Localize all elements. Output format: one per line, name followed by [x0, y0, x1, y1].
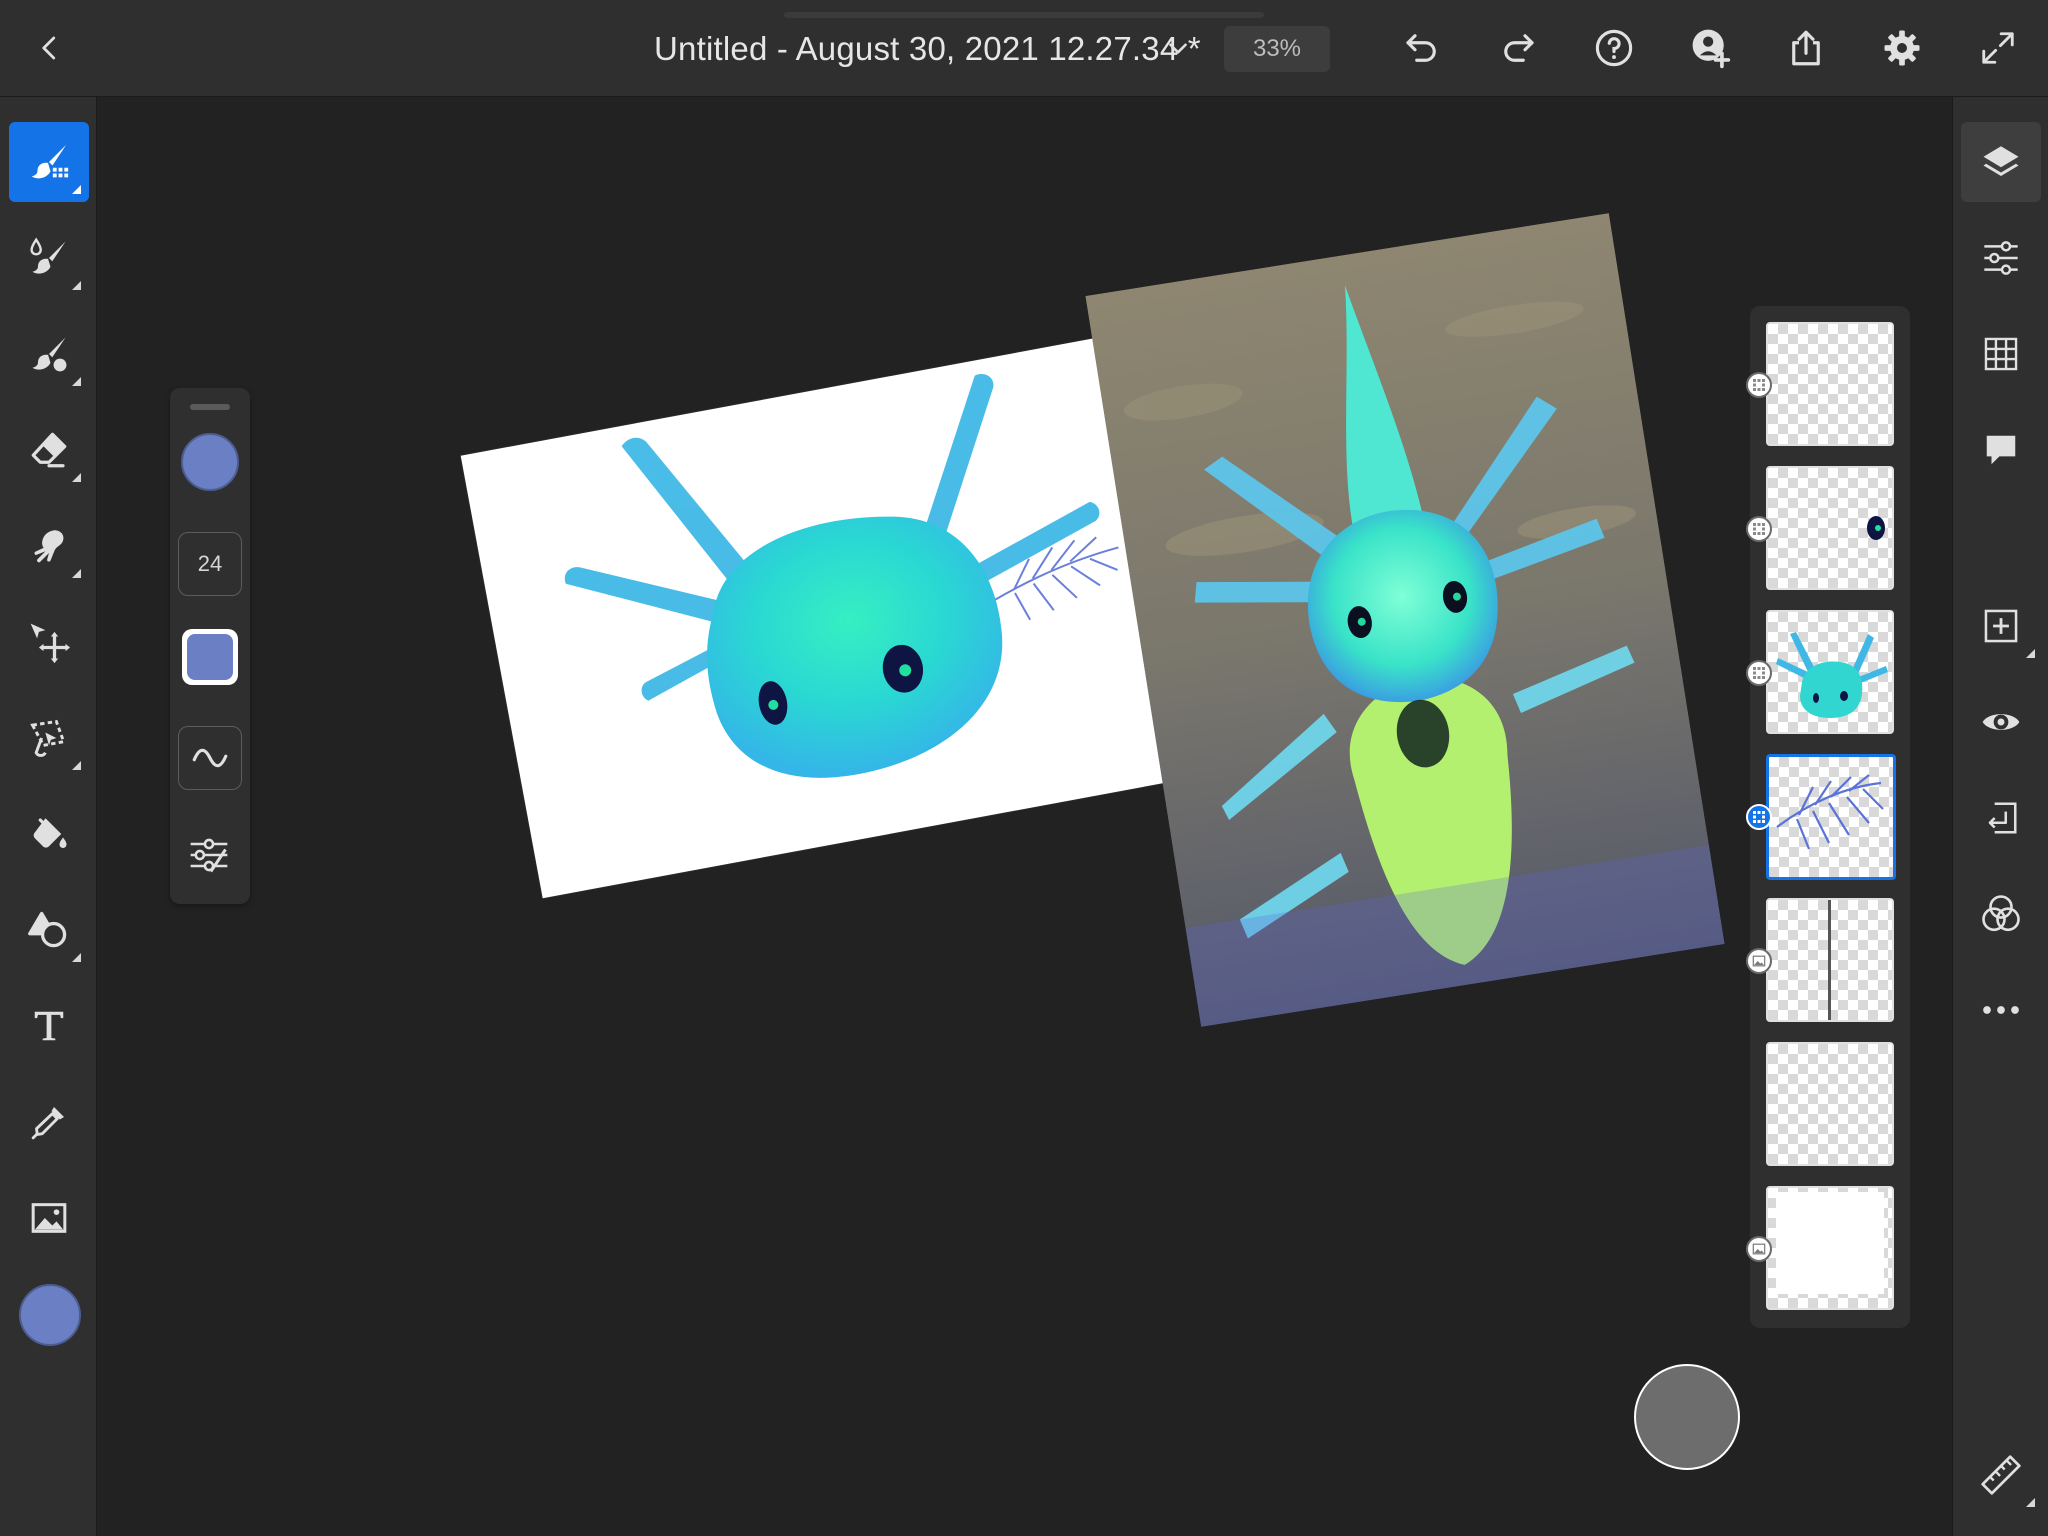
eraser-icon	[31, 432, 67, 468]
blend-mode-button[interactable]	[1961, 874, 2041, 954]
image-tool[interactable]	[9, 1178, 89, 1258]
right-toolbar	[1952, 97, 2048, 1536]
top-bar: Untitled - August 30, 2021 12.27.34 * 33…	[0, 0, 2048, 97]
help-icon[interactable]	[1590, 24, 1638, 72]
artwork-photo[interactable]	[1085, 213, 1725, 1027]
left-toolbar	[0, 97, 97, 1536]
panel-grip[interactable]	[190, 404, 230, 410]
fullscreen-icon[interactable]	[1974, 24, 2022, 72]
vector-brush-icon	[32, 337, 67, 372]
brush-opacity-swatch[interactable]	[182, 629, 238, 685]
undo-icon[interactable]	[1398, 24, 1446, 72]
layer-thumbnail[interactable]	[1766, 322, 1894, 446]
layer-thumbnail-selected[interactable]	[1766, 754, 1896, 880]
brush-smoothing-button[interactable]	[178, 726, 242, 790]
share-icon[interactable]	[1782, 24, 1830, 72]
vector-brush-tool[interactable]	[9, 314, 89, 394]
text-icon	[34, 1011, 64, 1041]
pixel-layer-icon	[1746, 516, 1772, 542]
touch-modifier-button[interactable]	[1634, 1364, 1740, 1470]
title-dropdown-icon[interactable]	[1154, 24, 1202, 72]
comments-icon	[1986, 435, 2016, 465]
brush-settings-button[interactable]	[178, 824, 240, 886]
axolotl-photo	[1085, 213, 1725, 1027]
artwork-illustration[interactable]	[460, 331, 1212, 899]
fill-tool[interactable]	[9, 794, 89, 874]
image-layer-icon	[1746, 948, 1772, 974]
blend-mode-icon	[1982, 895, 2020, 932]
watercolor-brush-icon	[30, 237, 66, 274]
zoom-level[interactable]: 33%	[1224, 26, 1330, 72]
pixel-brush-icon	[31, 144, 69, 179]
text-tool[interactable]	[9, 986, 89, 1066]
layer-properties-button[interactable]	[1961, 218, 2041, 298]
layer-thumbnail[interactable]	[1766, 466, 1894, 590]
window-grabber[interactable]	[784, 12, 1264, 18]
layers-panel	[1746, 306, 1910, 1328]
redo-icon[interactable]	[1494, 24, 1542, 72]
smudge-icon	[34, 530, 64, 563]
eyedropper-icon	[31, 1107, 64, 1140]
visibility-button[interactable]	[1961, 682, 2041, 762]
color-picker-swatch[interactable]	[19, 1284, 81, 1346]
paint-bucket-icon	[33, 818, 67, 848]
layer-thumbnail[interactable]	[1766, 898, 1894, 1022]
layer-thumbnail[interactable]	[1766, 1042, 1894, 1166]
layer-thumbnail[interactable]	[1766, 1186, 1894, 1310]
axolotl-illustration	[564, 374, 1119, 778]
move-transform-icon	[30, 623, 71, 664]
layer-thumbnail[interactable]	[1766, 610, 1894, 734]
pixel-layer-icon	[1746, 372, 1772, 398]
import-icon	[1988, 802, 2017, 834]
lasso-icon	[30, 719, 66, 757]
more-button[interactable]	[1961, 970, 2041, 1050]
grid-icon	[1984, 337, 2018, 371]
lasso-tool[interactable]	[9, 698, 89, 778]
shape-tool[interactable]	[9, 890, 89, 970]
ruler-icon	[1981, 1455, 2021, 1495]
live-brush-tool[interactable]	[9, 218, 89, 298]
add-layer-button[interactable]	[1961, 586, 2041, 666]
pixel-brush-tool[interactable]	[9, 122, 89, 202]
brush-size-value[interactable]: 24	[178, 532, 242, 596]
brush-options-panel: 24	[170, 388, 250, 904]
sliders-icon	[190, 838, 228, 873]
shape-icon	[28, 911, 67, 948]
pixel-layer-icon	[1746, 660, 1772, 686]
visibility-icon	[1982, 714, 2020, 730]
grid-button[interactable]	[1961, 314, 2041, 394]
eyedropper-tool[interactable]	[9, 1082, 89, 1162]
image-icon	[31, 1203, 67, 1233]
add-layer-icon	[1984, 609, 2018, 643]
invite-icon[interactable]	[1686, 24, 1734, 72]
smoothing-icon	[192, 748, 228, 768]
back-icon[interactable]	[26, 24, 74, 72]
import-button[interactable]	[1961, 778, 2041, 858]
pixel-layer-icon	[1746, 804, 1772, 830]
more-icon	[1983, 1006, 2019, 1014]
layer-properties-icon	[1984, 241, 2018, 275]
ruler-button[interactable]	[1961, 1435, 2041, 1515]
settings-icon[interactable]	[1878, 24, 1926, 72]
opacity-fill	[187, 634, 233, 680]
smudge-tool[interactable]	[9, 506, 89, 586]
document-title[interactable]: Untitled - August 30, 2021 12.27.34 *	[654, 30, 1201, 68]
image-layer-icon	[1746, 1236, 1772, 1262]
layers-icon	[1983, 146, 2019, 176]
transform-tool[interactable]	[9, 602, 89, 682]
brush-color-swatch[interactable]	[181, 433, 239, 491]
layers-button[interactable]	[1961, 122, 2041, 202]
comments-button[interactable]	[1961, 410, 2041, 490]
eraser-tool[interactable]	[9, 410, 89, 490]
